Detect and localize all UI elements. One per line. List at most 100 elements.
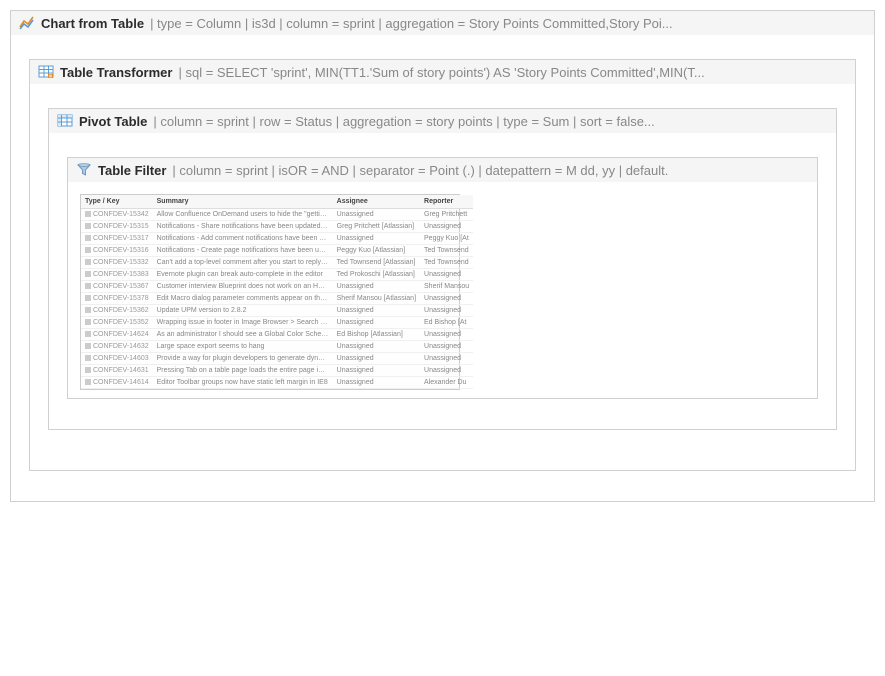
issue-type-icon (85, 235, 91, 241)
macro-body: Table Filter | column = sprint | isOR = … (49, 133, 836, 429)
cell-reporter: Greg Pritchett (420, 209, 473, 221)
table-row: CONFDEV-15362Update UPM version to 2.8.2… (81, 305, 473, 317)
cell-assignee: Ted Prokoschi [Atlassian] (333, 269, 420, 281)
cell-reporter: Unassigned (420, 305, 473, 317)
cell-key: CONFDEV-14603 (81, 353, 153, 365)
table-row: CONFDEV-15342Allow Confluence OnDemand u… (81, 209, 473, 221)
cell-key: CONFDEV-15316 (81, 245, 153, 257)
col-summary: Summary (153, 195, 333, 209)
table-row: CONFDEV-15332Can't add a top-level comme… (81, 257, 473, 269)
table-row: CONFDEV-14603Provide a way for plugin de… (81, 353, 473, 365)
issue-type-icon (85, 367, 91, 373)
macro-title: Pivot Table (79, 114, 147, 129)
macro-title: Chart from Table (41, 16, 144, 31)
cell-summary: Wrapping issue in footer in Image Browse… (153, 317, 333, 329)
cell-key: CONFDEV-15378 (81, 293, 153, 305)
cell-reporter: Ted Townsend (420, 257, 473, 269)
cell-reporter: Unassigned (420, 341, 473, 353)
table-row: CONFDEV-15378Edit Macro dialog parameter… (81, 293, 473, 305)
col-assignee: Assignee (333, 195, 420, 209)
col-type-key: Type / Key (81, 195, 153, 209)
macro-header: Pivot Table | column = sprint | row = St… (49, 109, 836, 133)
table-transformer-icon (38, 64, 54, 80)
cell-assignee: Unassigned (333, 281, 420, 293)
cell-assignee: Unassigned (333, 233, 420, 245)
cell-summary: Pressing Tab on a table page loads the e… (153, 365, 333, 377)
filter-icon (76, 162, 92, 178)
cell-key: CONFDEV-14631 (81, 365, 153, 377)
cell-assignee: Unassigned (333, 377, 420, 389)
cell-assignee: Ed Bishop [Atlassian] (333, 329, 420, 341)
cell-assignee: Unassigned (333, 353, 420, 365)
cell-summary: Notifications - Share notifications have… (153, 221, 333, 233)
cell-key: CONFDEV-15342 (81, 209, 153, 221)
cell-summary: Customer interview Blueprint does not wo… (153, 281, 333, 293)
cell-summary: Allow Confluence OnDemand users to hide … (153, 209, 333, 221)
cell-assignee: Sherif Mansou [Atlassian] (333, 293, 420, 305)
cell-assignee: Greg Pritchett [Atlassian] (333, 221, 420, 233)
table-row: CONFDEV-15315Notifications - Share notif… (81, 221, 473, 233)
cell-key: CONFDEV-15362 (81, 305, 153, 317)
macro-params: | column = sprint | isOR = AND | separat… (172, 163, 809, 178)
table-row: CONFDEV-15317Notifications - Add comment… (81, 233, 473, 245)
issue-type-icon (85, 283, 91, 289)
cell-reporter: Unassigned (420, 293, 473, 305)
cell-assignee: Unassigned (333, 305, 420, 317)
cell-reporter: Unassigned (420, 329, 473, 341)
issue-type-icon (85, 295, 91, 301)
macro-header: Table Filter | column = sprint | isOR = … (68, 158, 817, 182)
col-reporter: Reporter (420, 195, 473, 209)
macro-header: Table Transformer | sql = SELECT 'sprint… (30, 60, 855, 84)
cell-summary: Large space export seems to hang (153, 341, 333, 353)
issue-type-icon (85, 223, 91, 229)
issue-type-icon (85, 343, 91, 349)
table-row: CONFDEV-14632Large space export seems to… (81, 341, 473, 353)
issue-type-icon (85, 259, 91, 265)
cell-assignee: Unassigned (333, 365, 420, 377)
macro-title: Table Filter (98, 163, 166, 178)
cell-assignee: Unassigned (333, 209, 420, 221)
cell-key: CONFDEV-15332 (81, 257, 153, 269)
pivot-table-icon (57, 113, 73, 129)
cell-summary: Editor Toolbar groups now have static le… (153, 377, 333, 389)
cell-reporter: Unassigned (420, 365, 473, 377)
cell-summary: Notifications - Add comment notification… (153, 233, 333, 245)
cell-summary: Can't add a top-level comment after you … (153, 257, 333, 269)
macro-title: Table Transformer (60, 65, 172, 80)
macro-params: | sql = SELECT 'sprint', MIN(TT1.'Sum of… (178, 65, 847, 80)
cell-reporter: Ted Townsend (420, 245, 473, 257)
table-row: CONFDEV-14624As an administrator I shoul… (81, 329, 473, 341)
cell-key: CONFDEV-14632 (81, 341, 153, 353)
cell-key: CONFDEV-15352 (81, 317, 153, 329)
macro-table-filter[interactable]: Table Filter | column = sprint | isOR = … (67, 157, 818, 399)
issue-type-icon (85, 379, 91, 385)
table-row: CONFDEV-15383Evernote plugin can break a… (81, 269, 473, 281)
cell-summary: As an administrator I should see a Globa… (153, 329, 333, 341)
cell-key: CONFDEV-14614 (81, 377, 153, 389)
table-row: CONFDEV-15352Wrapping issue in footer in… (81, 317, 473, 329)
cell-assignee: Unassigned (333, 317, 420, 329)
cell-reporter: Unassigned (420, 269, 473, 281)
table-row: CONFDEV-14631Pressing Tab on a table pag… (81, 365, 473, 377)
issue-type-icon (85, 319, 91, 325)
cell-reporter: Sherif Mansou (420, 281, 473, 293)
cell-assignee: Unassigned (333, 341, 420, 353)
table-row: CONFDEV-15316Notifications - Create page… (81, 245, 473, 257)
cell-summary: Update UPM version to 2.8.2 (153, 305, 333, 317)
issue-type-icon (85, 307, 91, 313)
cell-reporter: Unassigned (420, 353, 473, 365)
macro-table-transformer[interactable]: Table Transformer | sql = SELECT 'sprint… (29, 59, 856, 471)
jira-issues-table: Type / Key Summary Assignee Reporter CON… (80, 194, 460, 390)
macro-params: | type = Column | is3d | column = sprint… (150, 16, 866, 31)
cell-assignee: Ted Townsend [Atlassian] (333, 257, 420, 269)
chart-icon (19, 15, 35, 31)
cell-key: CONFDEV-14624 (81, 329, 153, 341)
macro-params: | column = sprint | row = Status | aggre… (153, 114, 828, 129)
cell-summary: Edit Macro dialog parameter comments app… (153, 293, 333, 305)
cell-summary: Evernote plugin can break auto-complete … (153, 269, 333, 281)
table-row: CONFDEV-14614Editor Toolbar groups now h… (81, 377, 473, 389)
cell-key: CONFDEV-15367 (81, 281, 153, 293)
macro-pivot-table[interactable]: Pivot Table | column = sprint | row = St… (48, 108, 837, 430)
macro-header: Chart from Table | type = Column | is3d … (11, 11, 874, 35)
macro-chart-from-table[interactable]: Chart from Table | type = Column | is3d … (10, 10, 875, 502)
